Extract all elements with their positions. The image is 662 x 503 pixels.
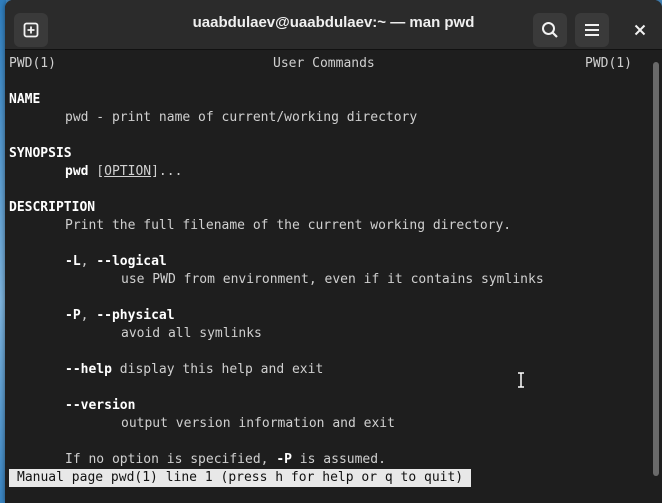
pager-status-line: Manual page pwd(1) line 1 (press h for h… [9, 469, 472, 487]
man-header-center: User Commands [273, 56, 375, 71]
option-logical-sep: , [80, 254, 97, 269]
search-icon [542, 22, 558, 38]
close-button[interactable] [623, 13, 657, 47]
name-text: pwd - print name of current/working dire… [65, 110, 418, 125]
scrollbar-thumb[interactable] [653, 62, 659, 476]
option-logical: -L, --logical [65, 253, 167, 271]
terminal-content[interactable]: PWD(1) User Commands PWD(1) NAME pwd - p… [5, 50, 650, 503]
synopsis-open: [ [88, 164, 105, 179]
option-physical: -P, --physical [65, 307, 175, 325]
option-help: --help display this help and exit [65, 361, 323, 379]
search-button[interactable] [533, 13, 567, 47]
title-bar: uaabdulaev@uaabdulaev:~ — man pwd [5, 0, 662, 50]
option-physical-long: --physical [96, 308, 175, 323]
synopsis-option: OPTION [104, 164, 152, 179]
option-physical-short: -P [65, 308, 81, 323]
section-name-title: NAME [9, 92, 41, 107]
option-logical-description: use PWD from environment, even if it con… [121, 272, 544, 287]
synopsis-close: ]... [151, 164, 183, 179]
text-cursor-icon [518, 372, 524, 388]
option-help-description: display this help and exit [111, 362, 324, 377]
terminal-window: uaabdulaev@uaabdulaev:~ — man pwd PWD(1)… [5, 0, 662, 503]
option-version-description: output version information and exit [121, 416, 395, 431]
option-physical-description: avoid all symlinks [121, 326, 262, 341]
synopsis-command: pwd [65, 164, 89, 179]
option-version-flag: --version [65, 398, 136, 413]
man-header-left: PWD(1) [9, 56, 56, 71]
section-synopsis-title: SYNOPSIS [9, 146, 72, 161]
section-description-title: DESCRIPTION [9, 200, 96, 215]
option-logical-short: -L [65, 254, 81, 269]
default-note-a: If no option is specified, [65, 452, 277, 467]
close-icon [634, 24, 646, 36]
menu-button[interactable] [575, 13, 609, 47]
option-help-flag: --help [65, 362, 112, 377]
default-note-c: is assumed. [291, 452, 386, 467]
option-logical-long: --logical [96, 254, 167, 269]
default-option-note: If no option is specified, -P is assumed… [65, 451, 386, 469]
menu-icon [585, 24, 599, 36]
description-text: Print the full filename of the current w… [65, 218, 512, 233]
default-note-flag: -P [276, 452, 292, 467]
man-header-right: PWD(1) [585, 56, 632, 71]
synopsis-line: pwd [OPTION]... [65, 163, 182, 181]
option-physical-sep: , [80, 308, 97, 323]
